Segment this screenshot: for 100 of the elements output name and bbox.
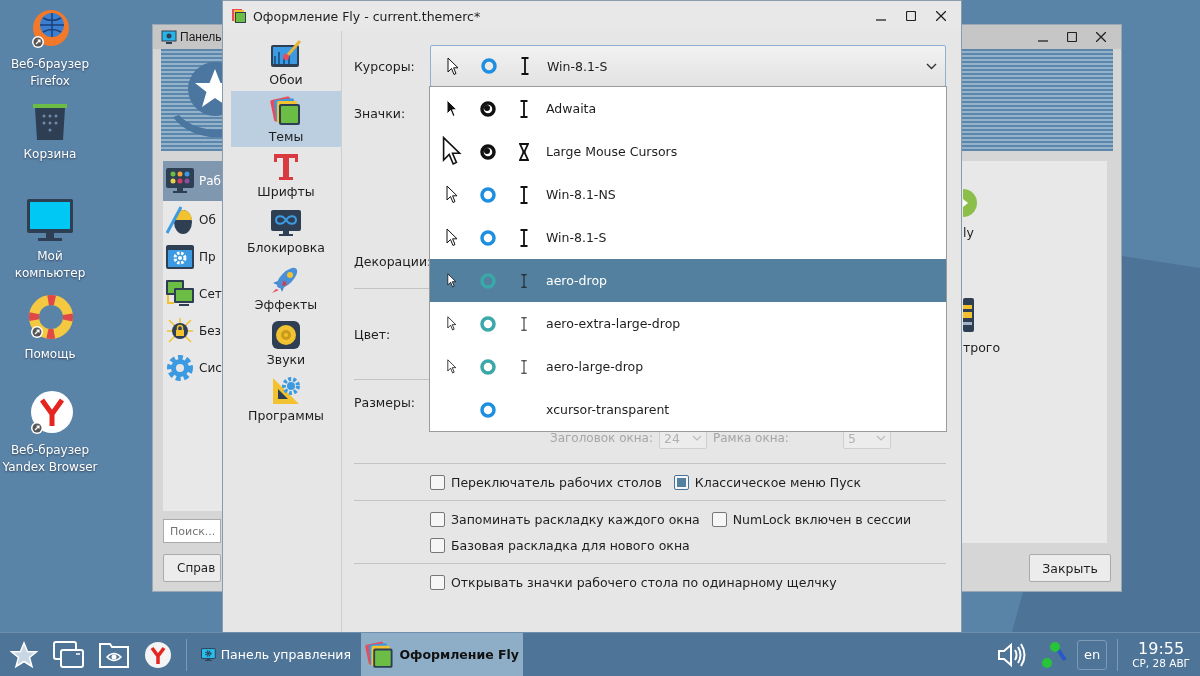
- category-item[interactable]: Без: [163, 312, 223, 349]
- settings-category[interactable]: Обои: [231, 35, 341, 91]
- busy-ring-icon: [478, 270, 498, 291]
- maximize-icon: [906, 11, 916, 21]
- arrow-cursor-icon: [447, 272, 457, 289]
- monitor-gear-icon: [161, 29, 177, 45]
- checkbox[interactable]: [430, 574, 445, 590]
- field-label: Декорации:: [354, 253, 430, 269]
- text-cursor-icon: [519, 316, 529, 331]
- help-button[interactable]: Справ: [163, 554, 221, 582]
- checkbox[interactable]: [430, 537, 445, 553]
- clock-time[interactable]: 19:55: [1138, 639, 1185, 658]
- settings-category[interactable]: Темы: [231, 91, 341, 147]
- chevron-down-icon: [926, 62, 937, 70]
- monitor-dots-icon: [165, 167, 195, 195]
- text-cursor-icon: [519, 273, 529, 288]
- busy-ring-icon: [478, 141, 498, 162]
- mouse-pen-icon: [165, 204, 195, 235]
- field-label: Размеры:: [354, 395, 416, 410]
- desktop-icon-label[interactable]: Помощь: [24, 346, 76, 363]
- serif-t-icon: [273, 151, 299, 182]
- text-cursor-icon: [520, 57, 530, 75]
- text-cursor-icon: [519, 185, 529, 204]
- busy-ring-icon: [478, 184, 498, 205]
- window-title: Оформление Fly - current.themerc*: [253, 8, 481, 24]
- keyboard-layout-button[interactable]: en: [1077, 639, 1108, 670]
- checkbox-label[interactable]: NumLock включен в сессии: [732, 511, 912, 527]
- checkbox-label[interactable]: Базовая раскладка для нового окна: [451, 537, 690, 553]
- category-item[interactable]: Сет: [163, 275, 223, 312]
- taskbar-task[interactable]: Оформление Fly: [361, 632, 523, 676]
- arrow-cursor-icon: [446, 99, 458, 118]
- clock-date[interactable]: СР, 28 АВГ: [1132, 657, 1190, 670]
- text-cursor-icon: [519, 359, 529, 374]
- search-field[interactable]: Поиск...: [163, 519, 221, 543]
- close-icon: [1096, 32, 1106, 42]
- field-label: Курсоры:: [354, 58, 416, 74]
- text-cursor-icon: [519, 228, 529, 247]
- desktop-icon-label[interactable]: Корзина: [23, 146, 77, 163]
- monitor-icon: [26, 198, 74, 244]
- dropdown-option[interactable]: Win-8.1-S: [430, 216, 946, 259]
- speaker-icon: [271, 319, 301, 350]
- dropdown-option[interactable]: Win-8.1-NS: [430, 173, 946, 216]
- category-item[interactable]: Об: [163, 201, 223, 238]
- field-label: Цвет:: [354, 326, 392, 342]
- size-label: Рамка окна:: [713, 431, 789, 445]
- checkbox[interactable]: [430, 474, 445, 490]
- minimize-icon: [876, 19, 886, 21]
- busy-ring-icon: [478, 356, 498, 377]
- arrow-cursor-icon: [442, 136, 462, 167]
- checkbox-label[interactable]: Классическое меню Пуск: [694, 474, 861, 490]
- text-cursor-icon: [519, 99, 529, 118]
- busy-ring-icon: [479, 56, 499, 76]
- close-window-button[interactable]: Закрыть: [1029, 554, 1111, 582]
- minimize-icon: [1038, 40, 1048, 42]
- maximize-icon: [1067, 32, 1077, 42]
- category-item[interactable]: Сис: [163, 349, 223, 386]
- settings-category[interactable]: Блокировка: [231, 203, 341, 259]
- dropdown-option[interactable]: Adwaita: [430, 87, 946, 130]
- busy-ring-icon: [478, 313, 498, 334]
- busy-ring-icon: [478, 227, 498, 248]
- cursor-theme-dropdown[interactable]: Win-8.1-S: [430, 45, 946, 87]
- dropdown-option[interactable]: aero-large-drop: [430, 345, 946, 388]
- dropdown-option[interactable]: aero-extra-large-drop: [430, 302, 946, 345]
- checkbox[interactable]: [673, 474, 689, 490]
- painting-icon: [270, 39, 302, 70]
- checkbox[interactable]: [711, 511, 727, 527]
- two-monitors-icon: [165, 278, 195, 309]
- settings-category[interactable]: Программы: [231, 371, 341, 427]
- desktop-icon-label[interactable]: Мой компьютер: [14, 248, 86, 282]
- applet-label[interactable]: трого: [963, 340, 1001, 355]
- checkbox[interactable]: [430, 511, 445, 527]
- settings-category[interactable]: Эффекты: [231, 259, 341, 315]
- field-label: Значки:: [354, 106, 407, 123]
- arrow-cursor-icon: [446, 228, 458, 247]
- color-cards-icon: [365, 639, 395, 670]
- busy-ring-icon: [478, 98, 498, 119]
- settings-category[interactable]: Шрифты: [231, 147, 341, 203]
- window-title: Панель: [180, 30, 222, 44]
- desktop-icon-label[interactable]: Веб-браузер Yandex Browser: [2, 442, 98, 476]
- trash-bin-icon: [32, 102, 68, 142]
- dropdown-option[interactable]: Large Mouse Cursors: [430, 130, 946, 173]
- close-icon: [936, 11, 946, 21]
- settings-category[interactable]: Звуки: [231, 315, 341, 371]
- category-item[interactable]: Пр: [163, 238, 223, 275]
- busy-ring-icon: [478, 399, 498, 420]
- desktop-icon-label[interactable]: Веб-браузер Firefox: [10, 56, 90, 90]
- dropdown-option[interactable]: aero-drop: [430, 259, 946, 302]
- window-gear-icon: [165, 243, 195, 270]
- checkbox-label[interactable]: Переключатель рабочих столов: [451, 474, 662, 490]
- arrow-cursor-icon: [446, 185, 458, 204]
- arrow-cursor-icon: [447, 358, 457, 375]
- text-cursor-icon: [519, 142, 529, 161]
- taskbar-task[interactable]: Панель управления: [197, 632, 355, 676]
- keyboard-icon: [963, 298, 975, 332]
- size-label: Заголовок окна:: [550, 431, 653, 445]
- arrow-cursor-icon: [447, 315, 457, 332]
- applet-label[interactable]: ly: [963, 225, 974, 240]
- checkbox-label[interactable]: Открывать значки рабочего стола по одинарному щелчку: [451, 574, 837, 590]
- checkbox-label[interactable]: Запоминать раскладку каждого окна: [451, 511, 700, 527]
- monitor-infinity-icon: [270, 207, 302, 238]
